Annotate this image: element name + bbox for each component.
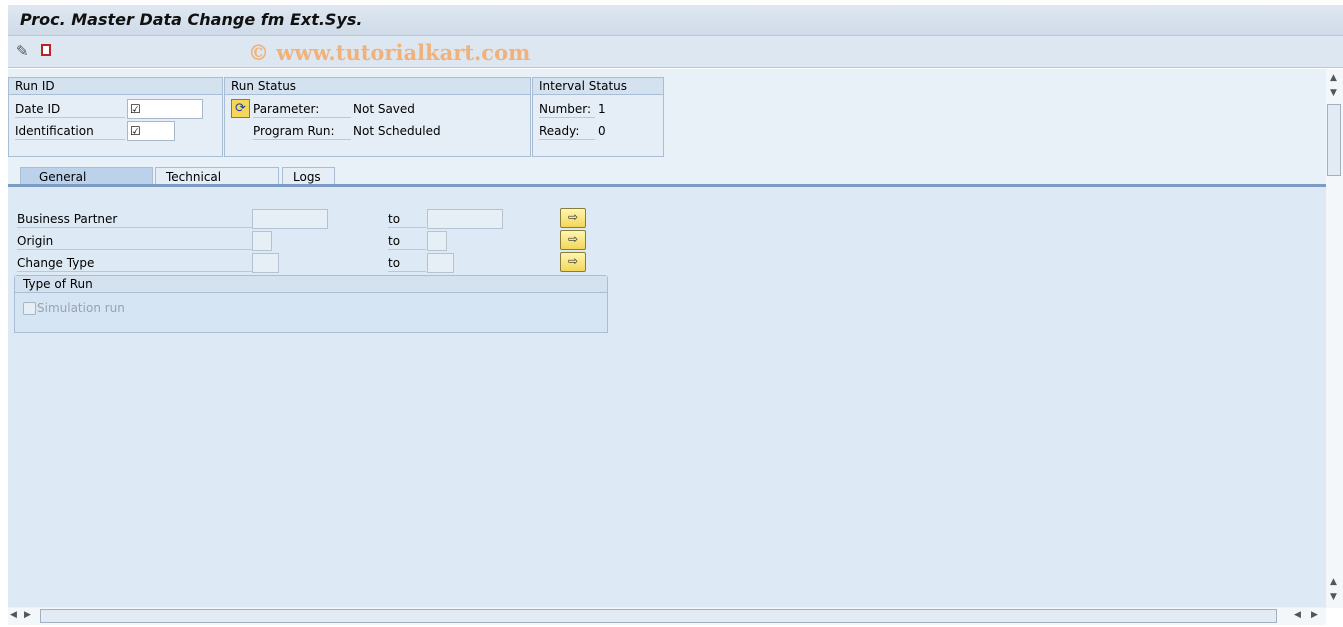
origin-from[interactable] [252, 231, 272, 251]
run-status-panel: Run Status ⟳ Parameter: Not Saved Progra… [224, 77, 531, 157]
run-id-panel: Run ID Date ID ☑ Identification ☑ [8, 77, 223, 157]
origin-to[interactable] [427, 231, 447, 251]
parameter-value: Not Saved [353, 102, 415, 116]
horizontal-scrollbar[interactable]: ◀ ▶ ◀ ▶ [8, 608, 1326, 625]
date-id-label: Date ID [15, 102, 125, 118]
origin-label: Origin [17, 234, 252, 250]
run-id-header: Run ID [9, 78, 222, 95]
to-label: to [388, 234, 426, 250]
multiple-selection-button[interactable]: ⇨ [560, 252, 586, 272]
change-type-label: Change Type [17, 256, 252, 272]
identification-label: Identification [15, 124, 125, 140]
ready-value: 0 [598, 124, 606, 138]
parameter-label: Parameter: [253, 102, 351, 118]
to-label: to [388, 256, 426, 272]
type-of-run-header: Type of Run [15, 276, 607, 293]
date-id-field[interactable]: ☑ [127, 99, 203, 119]
number-value: 1 [598, 102, 606, 116]
business-partner-label: Business Partner [17, 212, 252, 228]
identification-field[interactable]: ☑ [127, 121, 175, 141]
scroll-left-icon[interactable]: ◀ [10, 610, 17, 620]
number-label: Number: [539, 102, 595, 118]
copy-icon[interactable] [41, 44, 51, 56]
program-run-label: Program Run: [253, 124, 351, 140]
run-status-header: Run Status [225, 78, 530, 95]
multiple-selection-button[interactable]: ⇨ [560, 208, 586, 228]
interval-status-panel: Interval Status Number: 1 Ready: 0 [532, 77, 664, 157]
business-partner-from[interactable] [252, 209, 328, 229]
page-title: Proc. Master Data Change fm Ext.Sys. [20, 10, 363, 29]
scroll-down-icon[interactable]: ▼ [1330, 592, 1337, 602]
tab-content [8, 187, 1326, 607]
tab-technical-settings[interactable]: Technical Settings [155, 167, 279, 198]
toolbar: ✎ © www.tutorialkart.com [8, 36, 1343, 68]
scroll-left-icon[interactable]: ◀ [1294, 610, 1301, 620]
refresh-icon[interactable]: ⟳ [231, 99, 250, 118]
scroll-right-icon[interactable]: ▶ [24, 610, 31, 620]
scroll-down-icon[interactable]: ▼ [1330, 88, 1337, 98]
scroll-thumb[interactable] [40, 609, 1277, 623]
scroll-up-icon[interactable]: ▲ [1330, 577, 1337, 587]
change-type-from[interactable] [252, 253, 279, 273]
scroll-up-icon[interactable]: ▲ [1330, 73, 1337, 83]
simulation-run-checkbox[interactable] [23, 302, 36, 315]
scroll-thumb[interactable] [1327, 104, 1341, 176]
scroll-right-icon[interactable]: ▶ [1311, 610, 1318, 620]
title-bar: Proc. Master Data Change fm Ext.Sys. [8, 5, 1343, 36]
watermark: © www.tutorialkart.com [248, 40, 531, 65]
to-label: to [388, 212, 426, 228]
simulation-run-label: Simulation run [37, 301, 125, 315]
business-partner-to[interactable] [427, 209, 503, 229]
tab-logs[interactable]: Logs [282, 167, 335, 185]
edit-pencil-icon[interactable]: ✎ [16, 42, 29, 60]
multiple-selection-button[interactable]: ⇨ [560, 230, 586, 250]
tab-general-selections[interactable]: General Selections [20, 167, 153, 198]
type-of-run-panel: Type of Run Simulation run [14, 275, 608, 333]
change-type-to[interactable] [427, 253, 454, 273]
vertical-scrollbar[interactable]: ▲ ▼ ▲ ▼ [1326, 69, 1343, 608]
ready-label: Ready: [539, 124, 595, 140]
interval-status-header: Interval Status [533, 78, 663, 95]
program-run-value: Not Scheduled [353, 124, 441, 138]
